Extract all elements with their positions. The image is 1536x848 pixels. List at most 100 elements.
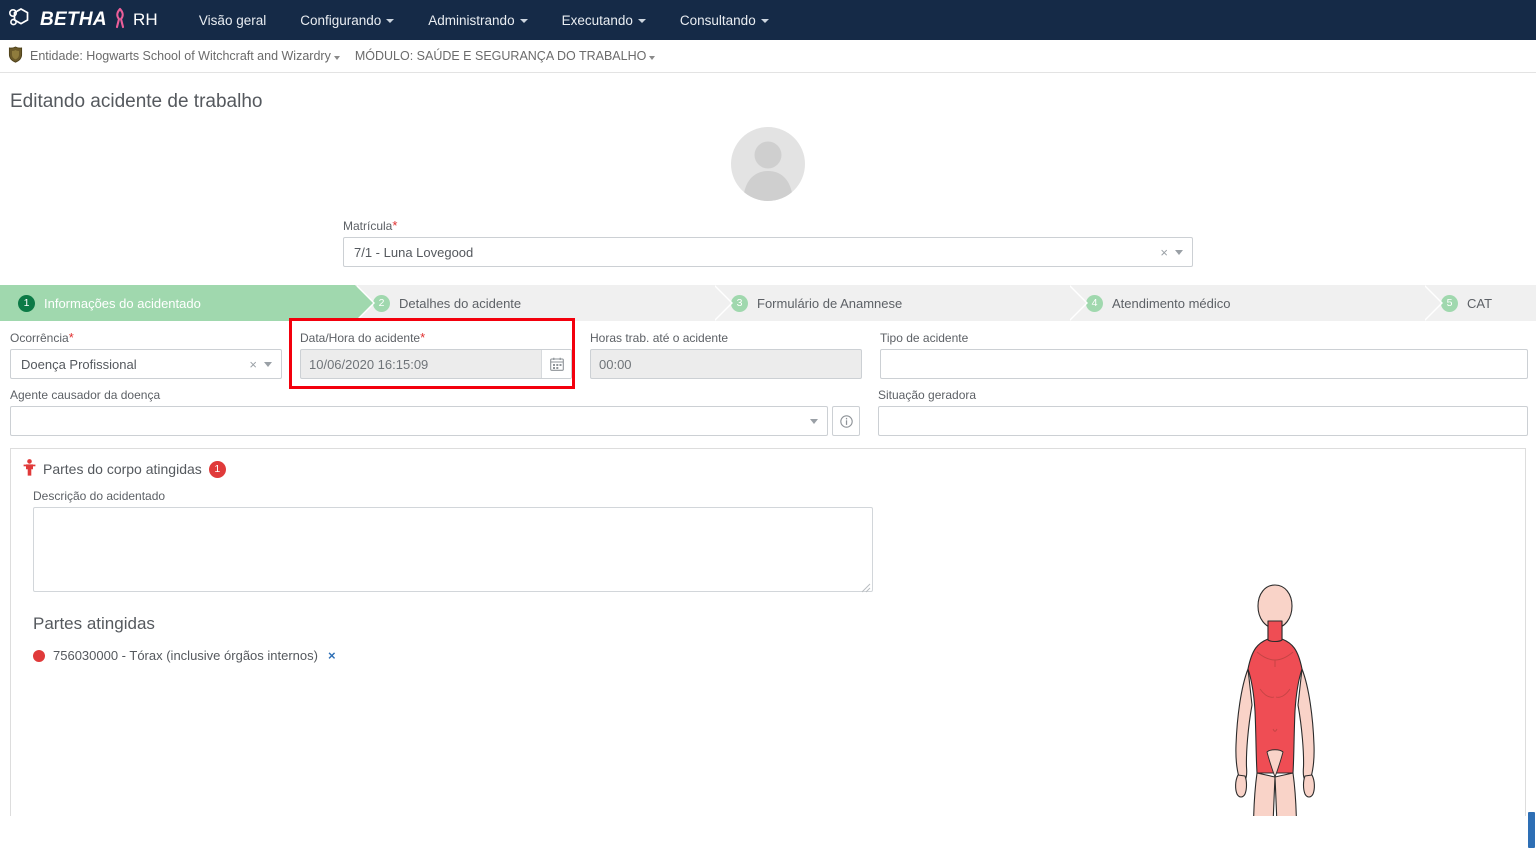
required-asterisk: * [68,330,74,345]
data-hora-input[interactable]: 10/06/2020 16:15:09 [300,349,572,379]
tab-detalhes-do-acidente[interactable]: 2 Detalhes do acidente [355,285,733,321]
tipo-acidente-input[interactable] [880,349,1528,379]
pink-ribbon-icon [113,7,127,34]
tab-atendimento-medico[interactable]: 4 Atendimento médico [1068,285,1443,321]
remove-part-icon[interactable]: × [328,648,336,663]
chevron-down-icon[interactable] [264,361,272,367]
partes-section-header: Partes do corpo atingidas 1 [11,449,1525,483]
nav-consultando[interactable]: Consultando [663,0,786,40]
user-placeholder-avatar-icon [731,127,805,201]
field-agente-causador: Agente causador da doença [0,388,868,436]
entity-selector[interactable]: Entidade: Hogwarts School of Witchcraft … [30,49,340,63]
partes-count-badge: 1 [208,460,226,478]
form-row-1: Ocorrência* Doença Profissional × Data/H… [0,331,1536,379]
field-horas-trabalhadas: Horas trab. até o acidente 00:00 [580,331,870,379]
field-ocorrencia: Ocorrência* Doença Profissional × [0,331,290,379]
descricao-textarea[interactable] [33,507,873,593]
brand-subtitle: RH [132,10,158,29]
wizard-steps: 1 Informações do acidentado 2 Detalhes d… [0,285,1536,321]
shield-crest-icon [8,46,23,66]
step-label: Formulário de Anamnese [757,295,903,311]
tipo-acidente-label: Tipo de acidente [880,331,969,345]
chevron-down-icon [519,19,528,23]
main-menu: Visão geral Configurando Administrando E… [182,0,786,40]
ocorrencia-select[interactable]: Doença Profissional × [10,349,282,379]
scrollbar-thumb[interactable] [1528,812,1535,848]
field-data-hora-do-acidente: Data/Hora do acidente* 10/06/2020 16:15:… [290,331,580,379]
ocorrencia-value: Doença Profissional [21,356,137,372]
chevron-down-icon [649,55,656,60]
hexagon-circles-logo-icon [8,6,34,35]
calendar-icon[interactable] [541,350,571,378]
clear-selection-icon[interactable]: × [245,357,264,372]
clear-selection-icon[interactable]: × [1156,245,1175,260]
module-selector[interactable]: MÓDULO: SAÚDE E SEGURANÇA DO TRABALHO [355,49,656,63]
vertical-scrollbar[interactable] [1527,40,1536,848]
form-row-2: Agente causador da doença Situação gerad… [0,388,1536,436]
data-hora-value: 10/06/2020 16:15:09 [309,356,429,372]
resize-handle-icon[interactable] [861,580,871,593]
horas-trab-value: 00:00 [599,356,632,372]
entity-label: Entidade: Hogwarts School of Witchcraft … [30,49,331,63]
descricao-label: Descrição do acidentado [33,489,166,503]
chevron-down-icon [386,19,395,23]
entity-context-bar: Entidade: Hogwarts School of Witchcraft … [0,40,1536,73]
required-asterisk: * [392,218,398,233]
situacao-geradora-input[interactable] [878,406,1528,436]
part-color-dot-icon [33,649,45,662]
matricula-select[interactable]: 7/1 - Luna Lovegood × [343,237,1193,267]
data-hora-label: Data/Hora do acidente* [300,331,572,345]
agente-causador-label: Agente causador da doença [10,388,161,402]
nav-executando[interactable]: Executando [545,0,663,40]
horas-trab-label: Horas trab. até o acidente [590,331,729,345]
brand-name: BETHA [40,9,107,30]
chevron-down-icon [637,19,646,23]
chevron-down-icon [760,19,769,23]
horas-trab-input[interactable]: 00:00 [590,349,862,379]
avatar-container [0,123,1536,201]
chevron-down-icon[interactable] [1175,249,1183,255]
nav-visao-geral[interactable]: Visão geral [182,0,283,40]
matricula-label-text: Matrícula [343,219,393,233]
step-label: Detalhes do acidente [399,295,522,311]
nav-visao-geral-label: Visão geral [198,12,267,28]
page-title: Editando acidente de trabalho [0,73,1536,123]
top-navigation-bar: BETHA RH Visão geral Configurando Admini… [0,0,1536,40]
data-hora-label-text: Data/Hora do acidente [300,331,421,345]
nav-consultando-label: Consultando [679,12,756,28]
agente-causador-group [10,406,860,436]
step-arrow-icon [713,285,731,321]
ocorrencia-label: Ocorrência* [10,331,282,345]
nav-configurando-label: Configurando [300,12,382,28]
module-label: MÓDULO: SAÚDE E SEGURANÇA DO TRABALHO [354,49,647,63]
human-body-front-diagram[interactable] [1210,577,1340,816]
step-label: Atendimento médico [1112,295,1231,311]
agente-causador-select[interactable] [10,406,828,436]
matricula-value: 7/1 - Luna Lovegood [354,244,474,260]
red-body-person-icon [23,459,36,479]
nav-administrando[interactable]: Administrando [411,0,544,40]
step-arrow-icon [1068,285,1086,321]
info-circle-icon[interactable] [832,406,860,436]
step-number: 1 [18,294,35,312]
step-number: 2 [373,294,390,312]
nav-executando-label: Executando [561,12,633,28]
step-number: 5 [1441,294,1458,312]
chevron-down-icon[interactable] [810,418,818,424]
situacao-geradora-label: Situação geradora [878,388,977,402]
descricao-field-group: Descrição do acidentado [11,483,1525,593]
accident-form: Ocorrência* Doença Profissional × Data/H… [0,318,1536,816]
field-situacao-geradora: Situação geradora [868,388,1536,436]
nav-administrando-label: Administrando [428,12,515,28]
field-tipo-de-acidente: Tipo de acidente [870,331,1536,379]
part-label: 756030000 - Tórax (inclusive órgãos inte… [53,648,318,663]
ocorrencia-label-text: Ocorrência [10,331,69,345]
matricula-field-group: Matrícula* 7/1 - Luna Lovegood × [343,219,1193,267]
step-label: Informações do acidentado [44,295,201,311]
nav-configurando[interactable]: Configurando [283,0,411,40]
chevron-down-icon [333,55,340,60]
brand-logo[interactable]: BETHA RH [4,0,168,40]
step-label: CAT [1467,295,1493,311]
tab-formulario-de-anamnese[interactable]: 3 Formulário de Anamnese [713,285,1088,321]
tab-informacoes-do-acidentado[interactable]: 1 Informações do acidentado [0,285,375,321]
